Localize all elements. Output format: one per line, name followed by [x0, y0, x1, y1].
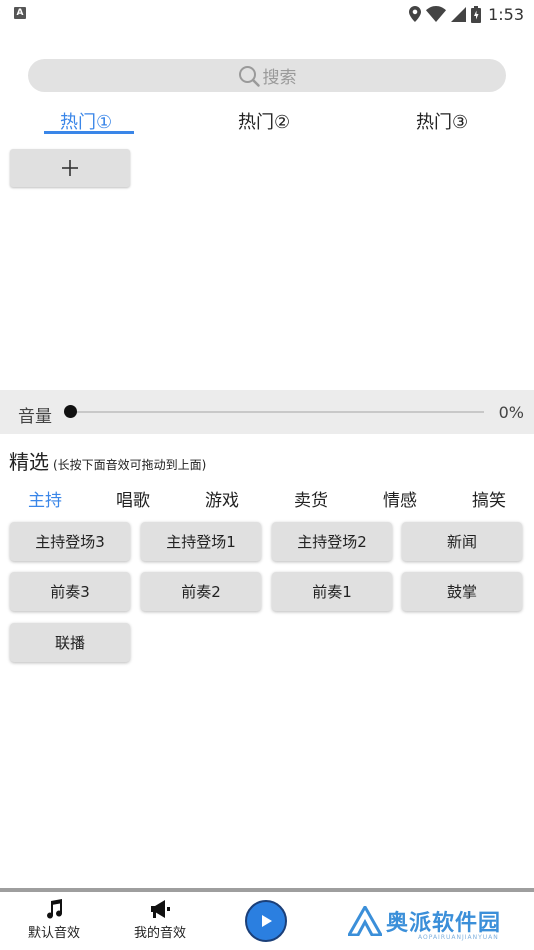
sound-button[interactable]: 主持登场1 — [141, 522, 261, 561]
volume-label: 音量 — [18, 407, 52, 427]
category-tab-singing[interactable]: 唱歌 — [116, 486, 150, 511]
search-placeholder: 搜索 — [262, 68, 297, 88]
category-tab-selling[interactable]: 卖货 — [294, 486, 328, 511]
add-sound-button[interactable] — [10, 149, 130, 187]
sound-button[interactable]: 鼓掌 — [402, 572, 522, 611]
play-icon — [262, 915, 272, 927]
sound-button[interactable]: 前奏1 — [272, 572, 392, 611]
featured-hint: (长按下面音效可拖动到上面) — [53, 458, 207, 472]
status-icons: 1:53 — [409, 4, 524, 24]
active-tab-indicator — [44, 131, 134, 134]
status-bar: A 1:53 — [0, 0, 534, 27]
watermark-subtext: AOPAIRUANJIANYUAN — [418, 934, 499, 941]
plus-icon — [62, 160, 78, 176]
volume-value: 0% — [498, 403, 524, 422]
nav-default-sounds-label: 默认音效 — [27, 926, 80, 941]
featured-header: 精选 (长按下面音效可拖动到上面) — [9, 446, 206, 475]
wifi-icon — [426, 6, 447, 22]
nav-my-sounds-label: 我的音效 — [133, 926, 186, 941]
category-tab-emotion[interactable]: 情感 — [383, 486, 417, 511]
sound-button[interactable]: 主持登场2 — [272, 522, 392, 561]
volume-slider-knob[interactable] — [64, 405, 77, 418]
tab-hot-2[interactable]: 热门② — [238, 108, 290, 134]
location-icon — [409, 6, 422, 22]
signal-icon — [451, 6, 467, 22]
category-tab-host[interactable]: 主持 — [28, 486, 62, 511]
sound-button[interactable]: 联播 — [10, 623, 130, 662]
clock: 1:53 — [488, 4, 524, 24]
sound-button[interactable]: 前奏3 — [10, 572, 130, 611]
nav-default-sounds[interactable]: 默认音效 — [14, 898, 94, 941]
sound-button[interactable]: 主持登场3 — [10, 522, 130, 561]
battery-icon — [471, 5, 482, 23]
featured-title: 精选 — [9, 450, 49, 474]
play-button[interactable] — [245, 900, 287, 942]
watermark-logo: 奥派软件园 AOPAIRUANJIANYUAN — [348, 904, 502, 941]
watermark-text: 奥派软件园 — [386, 911, 502, 936]
music-note-icon — [47, 899, 63, 919]
bottom-nav: 默认音效 我的音效 奥派软件园 AOPAIRUANJIANYUAN — [0, 892, 534, 950]
notification-icon: A — [14, 7, 26, 19]
tab-hot-3[interactable]: 热门③ — [416, 108, 468, 134]
category-tab-funny[interactable]: 搞笑 — [472, 486, 506, 511]
sound-button[interactable]: 前奏2 — [141, 572, 261, 611]
volume-bar: 音量 0% — [0, 390, 534, 434]
volume-slider-track[interactable] — [66, 411, 484, 413]
nav-my-sounds[interactable]: 我的音效 — [120, 898, 200, 941]
megaphone-icon — [151, 900, 170, 918]
logo-icon — [348, 906, 382, 936]
sound-button[interactable]: 新闻 — [402, 522, 522, 561]
category-tab-game[interactable]: 游戏 — [205, 486, 239, 511]
search-bar[interactable]: 搜索 — [28, 59, 506, 92]
search-icon — [238, 65, 260, 87]
